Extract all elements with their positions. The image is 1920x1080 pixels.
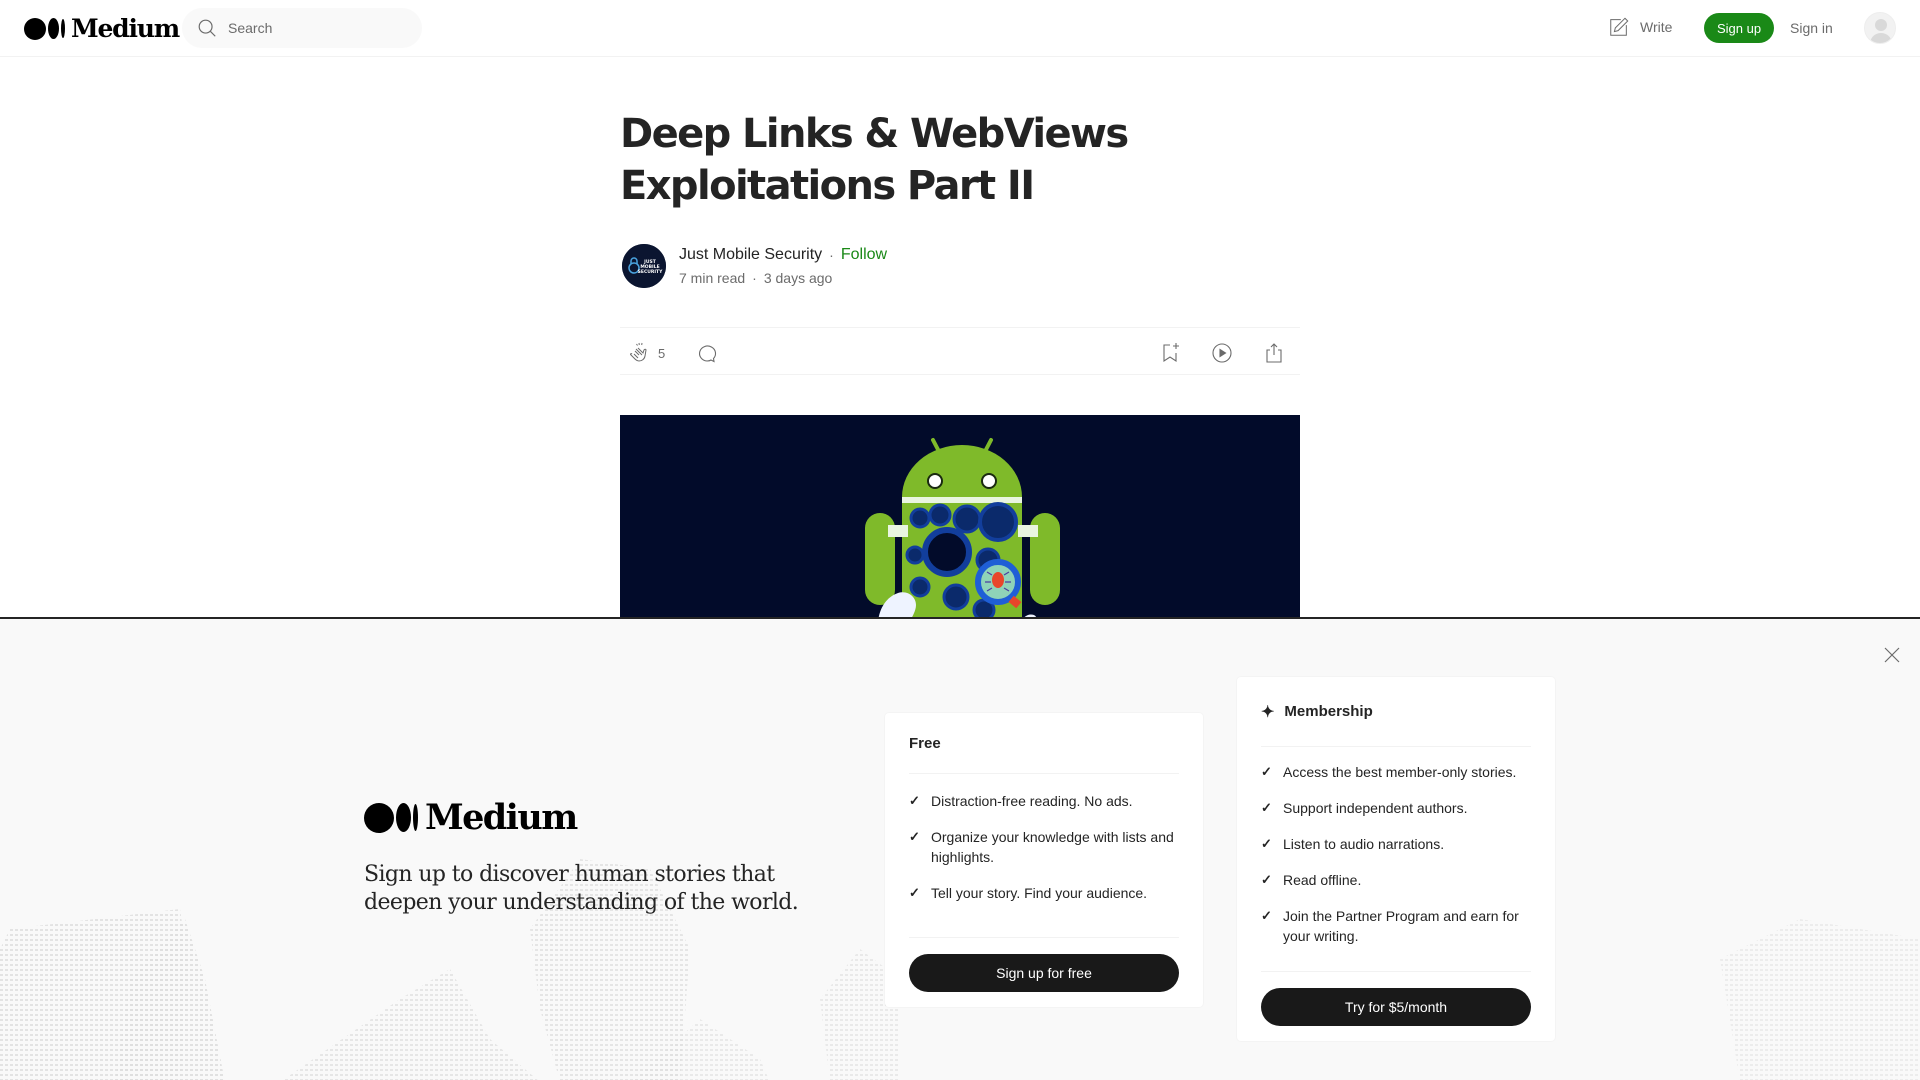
write-label: Write <box>1640 19 1673 35</box>
signup-overlay: Medium Sign up to discover human stories… <box>0 617 1920 1080</box>
separator-dot: · <box>752 270 757 286</box>
free-plan-title: Free <box>909 713 1179 774</box>
feature-item: ✓ Listen to audio narrations. <box>1261 836 1445 852</box>
check-icon: ✓ <box>909 885 920 900</box>
follow-button[interactable]: Follow <box>841 246 887 264</box>
hero-image <box>620 415 1300 625</box>
comment-icon <box>699 345 717 363</box>
play-icon <box>1212 343 1232 363</box>
check-icon: ✓ <box>1261 836 1272 851</box>
article-title: Deep Links & WebViews Exploitations Part… <box>620 111 1129 209</box>
overlay-logo-text: Medium <box>425 797 578 838</box>
signup-button[interactable]: Sign up <box>1704 13 1774 43</box>
close-icon[interactable] <box>1882 645 1902 665</box>
listen-button[interactable] <box>1210 341 1234 365</box>
free-plan-card: Free ✓ Distraction-free reading. No ads. … <box>885 713 1203 1007</box>
membership-plan-card: ✦ Membership ✓ Access the best member-onl… <box>1237 677 1555 1041</box>
check-icon: ✓ <box>909 793 920 808</box>
check-icon: ✓ <box>1261 764 1272 779</box>
separator-dot: · <box>829 247 834 263</box>
check-icon: ✓ <box>1261 908 1272 923</box>
free-feature-list: ✓ Distraction-free reading. No ads. ✓ Orga… <box>909 791 1179 919</box>
signup-free-button[interactable]: Sign up for free <box>909 954 1179 992</box>
clap-button[interactable]: 5 <box>628 341 665 365</box>
user-avatar[interactable] <box>1864 12 1896 44</box>
article-action-bar: 5 <box>620 327 1300 375</box>
byline: JUST MOBILE SECURITY Just Mobile Securit… <box>622 244 887 288</box>
android-bug-illustration <box>620 415 1300 625</box>
comment-button[interactable] <box>695 341 719 365</box>
check-icon: ✓ <box>1261 872 1272 887</box>
check-icon: ✓ <box>909 829 920 844</box>
try-membership-button[interactable]: Try for $5/month <box>1261 988 1531 1026</box>
feature-item: ✓ Distraction-free reading. No ads. <box>909 793 1133 809</box>
check-icon: ✓ <box>1261 800 1272 815</box>
search-input[interactable] <box>228 20 408 36</box>
feature-item: ✓ Read offline. <box>1261 872 1362 888</box>
overlay-medium-logo: Medium <box>364 797 578 838</box>
medium-logo-icon <box>24 17 65 40</box>
default-user-icon <box>1870 19 1892 43</box>
feature-item: ✓ Join the Partner Program and earn for y… <box>1261 908 1519 944</box>
author-logo-icon: JUST MOBILE SECURITY <box>622 244 666 288</box>
top-navigation-bar: Medium Write Sign up Sign in <box>0 0 1920 57</box>
share-icon <box>1266 343 1282 363</box>
overlay-tagline: Sign up to discover human stories that d… <box>364 862 799 915</box>
medium-logo-icon <box>364 802 418 833</box>
write-icon <box>1610 17 1629 36</box>
bookmark-add-icon <box>1163 343 1179 363</box>
author-name[interactable]: Just Mobile Security <box>679 246 822 264</box>
logo-text: Medium <box>71 14 180 43</box>
clap-count: 5 <box>658 345 666 361</box>
sparkle-icon: ✦ <box>1261 703 1275 721</box>
svg-text:SECURITY: SECURITY <box>638 269 663 275</box>
published-date: 3 days ago <box>763 270 833 286</box>
write-button[interactable]: Write <box>1608 16 1672 38</box>
search-box[interactable] <box>182 8 422 48</box>
save-bookmark-button[interactable] <box>1158 341 1182 365</box>
read-time: 7 min read <box>679 270 746 286</box>
medium-logo[interactable]: Medium <box>24 14 180 43</box>
membership-feature-list: ✓ Access the best member-only stories. ✓ S… <box>1261 762 1531 962</box>
feature-item: ✓ Support independent authors. <box>1261 800 1468 816</box>
feature-item: ✓ Access the best member-only stories. <box>1261 764 1517 780</box>
signin-link[interactable]: Sign in <box>1790 20 1833 36</box>
feature-item: ✓ Tell your story. Find your audience. <box>909 885 1148 901</box>
share-button[interactable] <box>1262 341 1286 365</box>
clap-icon <box>630 342 647 362</box>
search-icon <box>198 19 216 37</box>
author-avatar[interactable]: JUST MOBILE SECURITY <box>622 244 666 288</box>
membership-plan-title: Membership <box>1284 703 1373 720</box>
feature-item: ✓ Organize your knowledge with lists and … <box>909 829 1174 865</box>
